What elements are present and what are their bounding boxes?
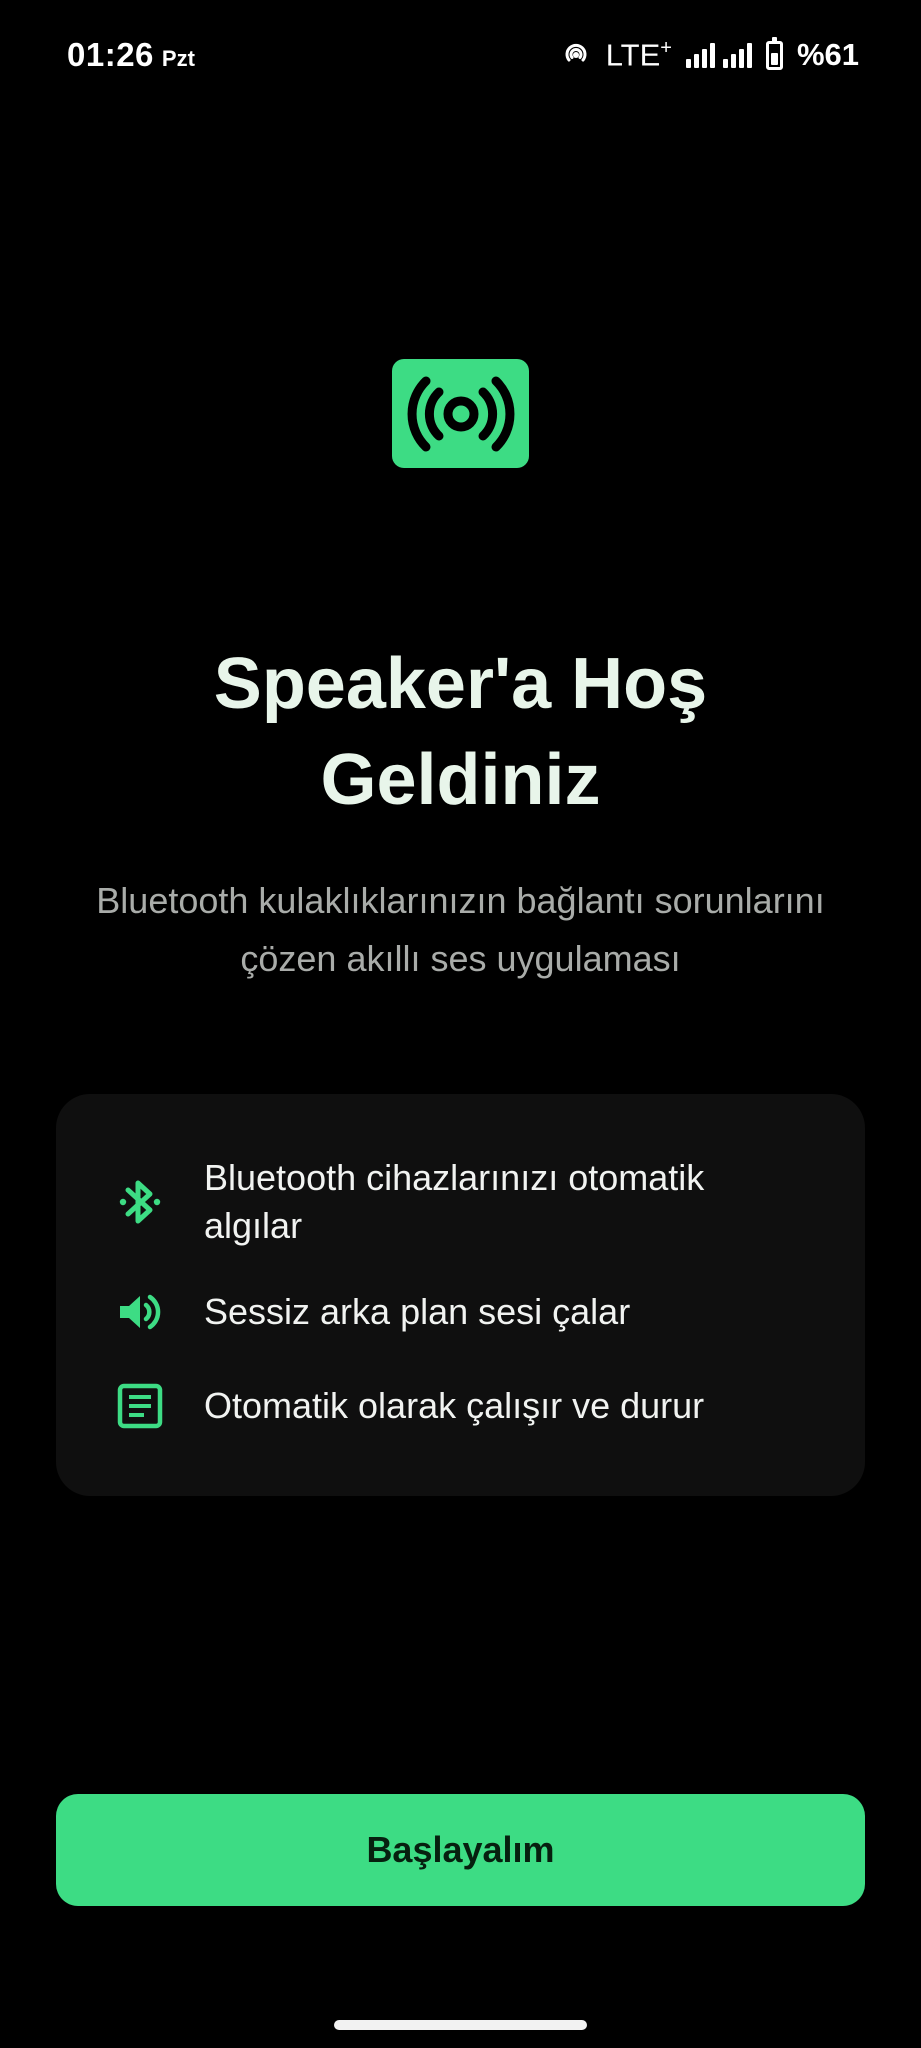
welcome-title: Speaker'a Hoş Geldiniz [0, 636, 921, 828]
feature-card: Bluetooth cihazlarınızı otomatik algılar… [56, 1094, 865, 1496]
feature-text-line1: Bluetooth cihazlarınızı otomatik [204, 1157, 705, 1198]
battery-percentage: %61 [796, 37, 859, 72]
status-day: Pzt [161, 46, 195, 71]
feature-text-line2: algılar [204, 1205, 303, 1246]
network-label: LTE [605, 37, 661, 73]
signal-bars-sim1-icon [685, 42, 715, 68]
battery-icon [765, 36, 783, 70]
home-indicator[interactable] [334, 2020, 587, 2030]
status-bar: 01:26 Pzt LTE+ %61 [0, 0, 921, 110]
signal-bars-sim2-icon [722, 42, 752, 68]
welcome-subtitle-line2: çözen akıllı ses uygulaması [240, 938, 681, 979]
feature-text-auto-run: Otomatik olarak çalışır ve durur [204, 1385, 705, 1426]
bluetooth-searching-icon [114, 1176, 166, 1228]
start-button[interactable]: Başlayalım [56, 1794, 865, 1906]
status-time: 01:26 [67, 36, 154, 73]
battery-level [770, 52, 778, 65]
network-plus: + [660, 36, 672, 59]
feature-item-auto-run: Otomatik olarak çalışır ve durur [114, 1382, 784, 1432]
welcome-subtitle-line1: Bluetooth kulaklıklarınızın bağlantı sor… [96, 880, 825, 921]
feature-item-auto-detect: Bluetooth cihazlarınızı otomatik algılar [114, 1154, 784, 1250]
app-logo [392, 359, 529, 468]
feature-text-silent-audio: Sessiz arka plan sesi çalar [204, 1291, 631, 1332]
status-indicators: LTE+ %61 [560, 36, 859, 74]
status-clock: 01:26 Pzt [67, 36, 195, 74]
welcome-title-line1: Speaker'a Hoş [213, 644, 708, 724]
signal-strength-icon [685, 42, 752, 68]
hotspot-icon [560, 37, 592, 74]
network-type: LTE+ [606, 37, 672, 73]
feature-text-auto-detect: Bluetooth cihazlarınızı otomatik algılar [204, 1154, 784, 1250]
welcome-screen: 01:26 Pzt LTE+ %61 Speaker'a Hoş Geldini… [0, 0, 921, 2048]
volume-icon [114, 1286, 166, 1338]
article-icon [114, 1380, 166, 1432]
feature-item-silent-audio: Sessiz arka plan sesi çalar [114, 1288, 784, 1338]
welcome-subtitle: Bluetooth kulaklıklarınızın bağlantı sor… [60, 872, 861, 988]
welcome-title-line2: Geldiniz [320, 740, 601, 820]
speaker-broadcast-icon [407, 376, 514, 451]
